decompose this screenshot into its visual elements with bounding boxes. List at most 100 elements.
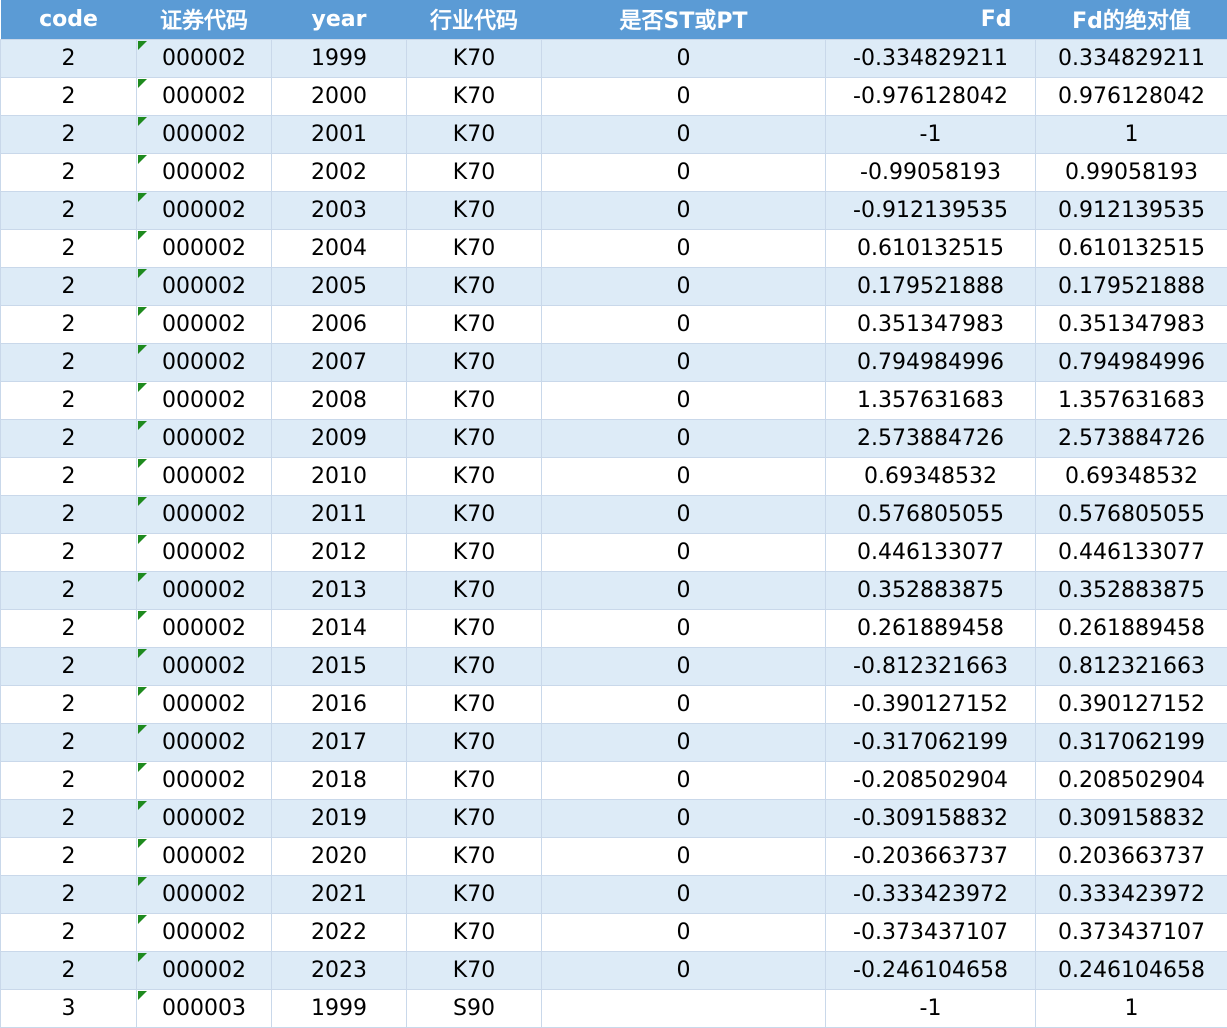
cell-industry-code[interactable]: K70 — [407, 647, 542, 685]
cell-year[interactable]: 2008 — [272, 381, 407, 419]
cell-year[interactable]: 2012 — [272, 533, 407, 571]
cell-security-code[interactable]: 000002 — [137, 115, 272, 153]
column-header-year[interactable]: year — [272, 0, 407, 39]
cell-fd-absolute[interactable]: 1 — [1036, 989, 1227, 1027]
cell-fd-absolute[interactable]: 0.794984996 — [1036, 343, 1227, 381]
cell-fd-absolute[interactable]: 0.261889458 — [1036, 609, 1227, 647]
cell-code[interactable]: 2 — [1, 153, 137, 191]
cell-security-code[interactable]: 000003 — [137, 989, 272, 1027]
cell-year[interactable]: 2016 — [272, 685, 407, 723]
cell-year[interactable]: 2018 — [272, 761, 407, 799]
cell-year[interactable]: 2019 — [272, 799, 407, 837]
cell-industry-code[interactable]: K70 — [407, 229, 542, 267]
cell-year[interactable]: 2023 — [272, 951, 407, 989]
cell-code[interactable]: 2 — [1, 39, 137, 77]
cell-fd[interactable]: -0.976128042 — [826, 77, 1036, 115]
cell-fd[interactable]: -0.812321663 — [826, 647, 1036, 685]
cell-fd-absolute[interactable]: 0.446133077 — [1036, 533, 1227, 571]
cell-st-pt-flag[interactable]: 0 — [542, 647, 826, 685]
cell-code[interactable]: 2 — [1, 609, 137, 647]
cell-st-pt-flag[interactable]: 0 — [542, 153, 826, 191]
cell-security-code[interactable]: 000002 — [137, 153, 272, 191]
cell-security-code[interactable]: 000002 — [137, 381, 272, 419]
cell-fd[interactable]: 0.576805055 — [826, 495, 1036, 533]
cell-security-code[interactable]: 000002 — [137, 533, 272, 571]
cell-fd-absolute[interactable]: 1.357631683 — [1036, 381, 1227, 419]
column-header-fd-absolute[interactable]: Fd的绝对值 — [1036, 0, 1227, 39]
cell-code[interactable]: 2 — [1, 685, 137, 723]
cell-industry-code[interactable]: K70 — [407, 419, 542, 457]
cell-fd[interactable]: -0.333423972 — [826, 875, 1036, 913]
cell-fd-absolute[interactable]: 0.309158832 — [1036, 799, 1227, 837]
cell-code[interactable]: 2 — [1, 343, 137, 381]
cell-fd[interactable]: 0.610132515 — [826, 229, 1036, 267]
cell-fd-absolute[interactable]: 0.203663737 — [1036, 837, 1227, 875]
cell-security-code[interactable]: 000002 — [137, 229, 272, 267]
cell-industry-code[interactable]: K70 — [407, 723, 542, 761]
cell-fd[interactable]: -1 — [826, 989, 1036, 1027]
cell-security-code[interactable]: 000002 — [137, 951, 272, 989]
cell-st-pt-flag[interactable]: 0 — [542, 609, 826, 647]
cell-fd-absolute[interactable]: 2.573884726 — [1036, 419, 1227, 457]
cell-security-code[interactable]: 000002 — [137, 571, 272, 609]
cell-code[interactable]: 2 — [1, 495, 137, 533]
cell-industry-code[interactable]: K70 — [407, 305, 542, 343]
cell-fd-absolute[interactable]: 0.373437107 — [1036, 913, 1227, 951]
cell-st-pt-flag[interactable]: 0 — [542, 685, 826, 723]
cell-security-code[interactable]: 000002 — [137, 837, 272, 875]
cell-industry-code[interactable]: K70 — [407, 837, 542, 875]
cell-industry-code[interactable]: K70 — [407, 533, 542, 571]
cell-code[interactable]: 2 — [1, 191, 137, 229]
cell-year[interactable]: 2003 — [272, 191, 407, 229]
cell-fd-absolute[interactable]: 0.390127152 — [1036, 685, 1227, 723]
cell-security-code[interactable]: 000002 — [137, 913, 272, 951]
cell-code[interactable]: 3 — [1, 989, 137, 1027]
cell-year[interactable]: 2001 — [272, 115, 407, 153]
cell-industry-code[interactable]: K70 — [407, 609, 542, 647]
cell-st-pt-flag[interactable]: 0 — [542, 533, 826, 571]
cell-st-pt-flag[interactable]: 0 — [542, 799, 826, 837]
column-header-st-pt-flag[interactable]: 是否ST或PT — [542, 0, 826, 39]
cell-security-code[interactable]: 000002 — [137, 39, 272, 77]
cell-code[interactable]: 2 — [1, 229, 137, 267]
cell-year[interactable]: 2013 — [272, 571, 407, 609]
cell-fd-absolute[interactable]: 0.333423972 — [1036, 875, 1227, 913]
cell-st-pt-flag[interactable] — [542, 989, 826, 1027]
cell-security-code[interactable]: 000002 — [137, 343, 272, 381]
cell-industry-code[interactable]: K70 — [407, 875, 542, 913]
cell-fd[interactable]: -0.912139535 — [826, 191, 1036, 229]
cell-industry-code[interactable]: K70 — [407, 153, 542, 191]
cell-security-code[interactable]: 000002 — [137, 799, 272, 837]
cell-industry-code[interactable]: K70 — [407, 799, 542, 837]
cell-code[interactable]: 2 — [1, 571, 137, 609]
cell-fd-absolute[interactable]: 0.246104658 — [1036, 951, 1227, 989]
cell-st-pt-flag[interactable]: 0 — [542, 267, 826, 305]
cell-fd[interactable]: -0.99058193 — [826, 153, 1036, 191]
cell-fd-absolute[interactable]: 0.334829211 — [1036, 39, 1227, 77]
cell-fd-absolute[interactable]: 0.69348532 — [1036, 457, 1227, 495]
cell-st-pt-flag[interactable]: 0 — [542, 229, 826, 267]
cell-fd[interactable]: -0.317062199 — [826, 723, 1036, 761]
cell-fd-absolute[interactable]: 0.317062199 — [1036, 723, 1227, 761]
cell-fd[interactable]: -0.309158832 — [826, 799, 1036, 837]
cell-fd[interactable]: -0.246104658 — [826, 951, 1036, 989]
cell-st-pt-flag[interactable]: 0 — [542, 837, 826, 875]
cell-year[interactable]: 2017 — [272, 723, 407, 761]
cell-code[interactable]: 2 — [1, 267, 137, 305]
cell-fd[interactable]: 0.794984996 — [826, 343, 1036, 381]
cell-st-pt-flag[interactable]: 0 — [542, 419, 826, 457]
cell-st-pt-flag[interactable]: 0 — [542, 305, 826, 343]
cell-industry-code[interactable]: K70 — [407, 685, 542, 723]
cell-year[interactable]: 1999 — [272, 39, 407, 77]
cell-industry-code[interactable]: K70 — [407, 115, 542, 153]
cell-fd[interactable]: 0.446133077 — [826, 533, 1036, 571]
cell-fd[interactable]: 1.357631683 — [826, 381, 1036, 419]
cell-st-pt-flag[interactable]: 0 — [542, 191, 826, 229]
cell-fd-absolute[interactable]: 0.351347983 — [1036, 305, 1227, 343]
cell-code[interactable]: 2 — [1, 723, 137, 761]
cell-fd[interactable]: -0.390127152 — [826, 685, 1036, 723]
cell-year[interactable]: 2002 — [272, 153, 407, 191]
cell-security-code[interactable]: 000002 — [137, 723, 272, 761]
cell-industry-code[interactable]: K70 — [407, 571, 542, 609]
cell-industry-code[interactable]: K70 — [407, 39, 542, 77]
